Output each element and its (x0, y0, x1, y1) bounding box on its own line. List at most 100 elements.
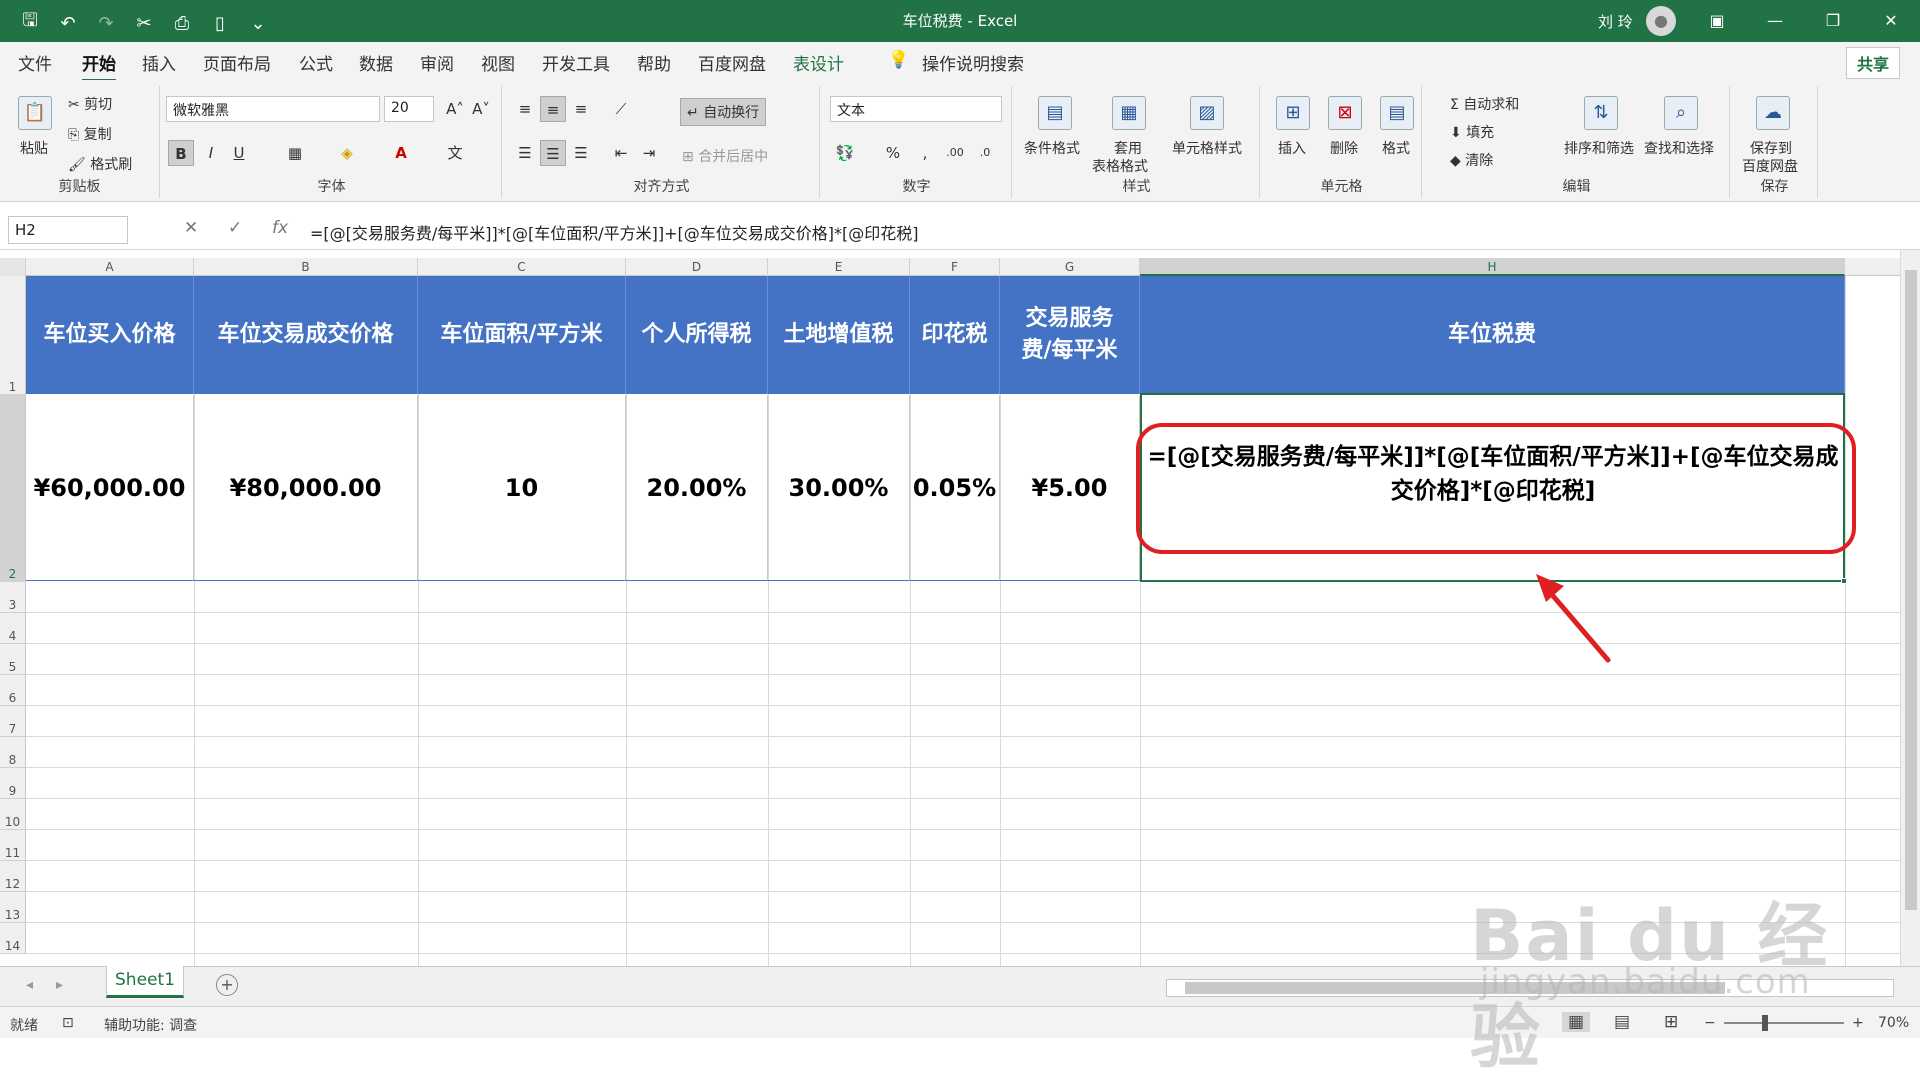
row-header-9[interactable]: 9 (0, 768, 26, 799)
column-header-b[interactable]: B (194, 258, 418, 276)
accessibility-status[interactable]: 辅助功能: 调查 (104, 1015, 197, 1035)
macro-record-icon[interactable]: ⊡ (62, 1015, 74, 1031)
font-color-icon[interactable]: A (388, 140, 414, 166)
select-all-corner[interactable] (0, 258, 26, 276)
formula-input[interactable]: =[@[交易服务费/每平米]]*[@[车位面积/平方米]]+[@车位交易成交价格… (310, 220, 919, 244)
row-header-8[interactable]: 8 (0, 737, 26, 768)
clear-button[interactable]: ◆ 清除 (1450, 150, 1493, 170)
row-header-13[interactable]: 13 (0, 892, 26, 923)
header-cell-b1[interactable]: 车位交易成交价格 (194, 276, 418, 394)
conditional-formatting-icon[interactable]: ▤ (1038, 96, 1072, 130)
header-cell-g1[interactable]: 交易服务费/每平米 (1000, 276, 1140, 394)
row-header-2[interactable]: 2 (0, 395, 26, 582)
fill-button[interactable]: ⬇ 填充 (1450, 122, 1494, 142)
align-center-icon[interactable]: ☰ (540, 140, 566, 166)
row-header-4[interactable]: 4 (0, 613, 26, 644)
increase-decimal-icon[interactable]: .00 (942, 140, 968, 166)
conditional-formatting-button[interactable]: 条件格式 (1024, 138, 1080, 158)
cell-c2[interactable]: 10 (418, 395, 626, 581)
delete-cells-icon[interactable]: ⊠ (1328, 96, 1362, 130)
column-header-d[interactable]: D (626, 258, 768, 276)
header-cell-a1[interactable]: 车位买入价格 (26, 276, 194, 394)
header-cell-d1[interactable]: 个人所得税 (626, 276, 768, 394)
cell-e2[interactable]: 30.00% (768, 395, 910, 581)
cell-styles-icon[interactable]: ▨ (1190, 96, 1224, 130)
cell-a2[interactable]: ¥60,000.00 (26, 395, 194, 581)
align-middle-icon[interactable]: ≡ (540, 96, 566, 122)
tab-help[interactable]: 帮助 (637, 50, 671, 75)
wrap-text-button[interactable]: ↵ 自动换行 (680, 98, 767, 126)
orientation-icon[interactable]: ⟋ (608, 96, 634, 122)
merge-center-button[interactable]: ⊞ 合并后居中 (682, 146, 768, 166)
minimize-icon[interactable]: — (1746, 0, 1804, 42)
add-sheet-icon[interactable]: + (216, 974, 238, 996)
paste-button[interactable]: 粘贴 (20, 138, 48, 158)
column-header-e[interactable]: E (768, 258, 910, 276)
copy-button[interactable]: ⎘ 复制 (68, 124, 112, 144)
find-select-icon[interactable]: ⌕ (1664, 96, 1698, 130)
user-name[interactable]: 刘 玲 (1598, 11, 1633, 32)
decrease-indent-icon[interactable]: ⇤ (608, 140, 634, 166)
bold-icon[interactable]: B (168, 140, 194, 166)
font-size-select[interactable]: 20 (384, 96, 434, 122)
decrease-font-icon[interactable]: A˅ (468, 96, 494, 122)
format-painter-button[interactable]: 🖌 格式刷 (68, 154, 132, 174)
column-header-g[interactable]: G (1000, 258, 1140, 276)
row-header-3[interactable]: 3 (0, 582, 26, 613)
cell-b2[interactable]: ¥80,000.00 (194, 395, 418, 581)
row-header-5[interactable]: 5 (0, 644, 26, 675)
column-header-a[interactable]: A (26, 258, 194, 276)
autosum-button[interactable]: Σ 自动求和 (1450, 94, 1519, 114)
tab-review[interactable]: 审阅 (420, 50, 454, 75)
cut-button[interactable]: ✂ 剪切 (68, 94, 112, 114)
insert-function-icon[interactable]: fx (272, 218, 288, 238)
close-icon[interactable]: ✕ (1862, 0, 1920, 42)
scroll-sheets-left-icon[interactable]: ◂ (26, 977, 33, 993)
cell-g2[interactable]: ¥5.00 (1000, 395, 1140, 581)
header-cell-c1[interactable]: 车位面积/平方米 (418, 276, 626, 394)
underline-icon[interactable]: U (226, 140, 252, 166)
cancel-icon[interactable]: ✕ (184, 218, 198, 238)
scroll-sheets-right-icon[interactable]: ▸ (56, 977, 63, 993)
row-header-12[interactable]: 12 (0, 861, 26, 892)
header-cell-e1[interactable]: 土地增值税 (768, 276, 910, 394)
find-select-button[interactable]: 查找和选择 (1644, 138, 1714, 158)
tab-baidu-netdisk[interactable]: 百度网盘 (698, 50, 766, 75)
format-cells-icon[interactable]: ▤ (1380, 96, 1414, 130)
tab-file[interactable]: 文件 (18, 50, 52, 75)
align-bottom-icon[interactable]: ≡ (568, 96, 594, 122)
format-as-table-label-1[interactable]: 套用 (1114, 138, 1142, 158)
insert-cells-icon[interactable]: ⊞ (1276, 96, 1310, 130)
increase-indent-icon[interactable]: ⇥ (636, 140, 662, 166)
tab-home[interactable]: 开始 (82, 50, 116, 82)
format-as-table-icon[interactable]: ▦ (1112, 96, 1146, 130)
insert-cells-button[interactable]: 插入 (1278, 138, 1306, 158)
row-header-10[interactable]: 10 (0, 799, 26, 830)
sort-filter-icon[interactable]: ⇅ (1584, 96, 1618, 130)
delete-cells-button[interactable]: 删除 (1330, 138, 1358, 158)
currency-format-icon[interactable]: 💱 (832, 140, 858, 166)
cell-d2[interactable]: 20.00% (626, 395, 768, 581)
cell-f2[interactable]: 0.05% (910, 395, 1000, 581)
sheet-tab-sheet1[interactable]: Sheet1 (106, 966, 184, 998)
row-header-7[interactable]: 7 (0, 706, 26, 737)
font-name-select[interactable]: 微软雅黑 (166, 96, 380, 122)
format-as-table-label-2[interactable]: 表格格式 (1092, 156, 1148, 176)
vertical-scrollbar[interactable] (1900, 250, 1920, 966)
align-left-icon[interactable]: ☰ (512, 140, 538, 166)
header-cell-h1[interactable]: 车位税费 (1140, 276, 1845, 394)
vertical-scroll-thumb[interactable] (1905, 270, 1917, 910)
format-cells-button[interactable]: 格式 (1382, 138, 1410, 158)
zoom-level[interactable]: 70% (1878, 1015, 1909, 1031)
column-header-c[interactable]: C (418, 258, 626, 276)
header-cell-f1[interactable]: 印花税 (910, 276, 1000, 394)
tab-page-layout[interactable]: 页面布局 (203, 50, 271, 75)
fill-color-icon[interactable]: ◈ (334, 140, 360, 166)
tab-table-design[interactable]: 表设计 (793, 50, 844, 75)
align-right-icon[interactable]: ☰ (568, 140, 594, 166)
enter-icon[interactable]: ✓ (228, 218, 242, 238)
save-to-netdisk-label-2[interactable]: 百度网盘 (1742, 156, 1798, 176)
tab-view[interactable]: 视图 (481, 50, 515, 75)
fill-handle[interactable] (1841, 578, 1847, 584)
column-header-f[interactable]: F (910, 258, 1000, 276)
